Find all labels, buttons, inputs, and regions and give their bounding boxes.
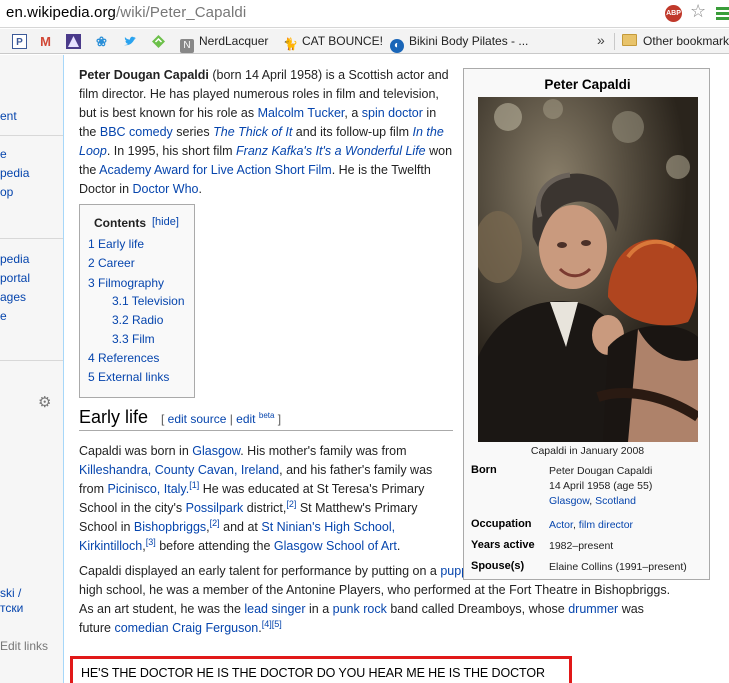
pilates-icon: ◐	[390, 39, 404, 53]
infobox-value-years-active: 1982–present	[549, 540, 614, 552]
lead-paragraph: Peter Dougan Capaldi (born 14 April 1958…	[79, 68, 453, 196]
link-craig-ferguson[interactable]: comedian Craig Ferguson	[114, 621, 258, 635]
infobox-value-born: Peter Dougan Capaldi 14 April 1958 (age …	[549, 465, 653, 507]
link-picinisco[interactable]: Picinisco, Italy.	[107, 482, 189, 496]
section-heading-early-life: Early life [ edit source | edit beta ]	[79, 405, 453, 431]
link-spin-doctor[interactable]: spin doctor	[362, 106, 423, 120]
sidebar-lang-link[interactable]: тски	[0, 601, 23, 615]
citation[interactable]: [3]	[146, 537, 156, 547]
link-doctor-who[interactable]: Doctor Who	[133, 182, 199, 196]
link-drummer[interactable]: drummer	[568, 602, 618, 616]
infobox-label-spouse: Spouse(s)	[471, 560, 525, 572]
wiki-sidebar: ent e pedia op pedia portal ages e ⚙ ski…	[0, 55, 64, 683]
bookmark-nerdlacquer[interactable]: N NerdLacquer	[180, 33, 268, 53]
adblock-plus-icon[interactable]: ABP	[665, 5, 682, 22]
url-text[interactable]: en.wikipedia.org/wiki/Peter_Capaldi	[6, 4, 246, 21]
link-lead-singer[interactable]: lead singer	[244, 602, 305, 616]
bookmarks-bar: P M ❀ N NerdLacquer 🐈 CAT BOUNCE! ◐ Bikini …	[0, 29, 729, 54]
sidebar-link[interactable]: op	[0, 185, 13, 199]
link-killeshandra[interactable]: Killeshandra, County Cavan, Ireland	[79, 463, 279, 477]
toc-item[interactable]: 2 Career	[88, 256, 135, 270]
sidebar-link[interactable]: pedia	[0, 166, 29, 180]
link-glasgow[interactable]: Glasgow	[192, 444, 240, 458]
link-possilpark[interactable]: Possilpark	[186, 501, 244, 515]
sidebar-link[interactable]: ent	[0, 109, 17, 123]
folder-icon[interactable]	[622, 34, 637, 46]
infobox-value-spouse: Elaine Collins (1991–present)	[549, 561, 687, 573]
link-academy-award[interactable]: Academy Award for Live Action Short Film	[99, 163, 332, 177]
link-scotland[interactable]: Scotland	[595, 495, 636, 507]
toc-item[interactable]: 3.3 Film	[112, 332, 155, 346]
link-franz-kafka[interactable]: Franz Kafka's It's a Wonderful Life	[236, 144, 426, 158]
sidebar-divider	[0, 360, 63, 361]
infobox-label-born: Born	[471, 464, 497, 476]
table-of-contents: Contents [hide] 1 Early life 2 Career 3 …	[79, 204, 195, 398]
toc-item[interactable]: 1 Early life	[88, 237, 144, 251]
section-title: Early life	[79, 407, 149, 427]
toc-title: Contents	[94, 216, 146, 230]
infobox-title: Peter Capaldi	[544, 77, 631, 92]
link-bbc-comedy[interactable]: BBC comedy	[100, 125, 173, 139]
toc-item[interactable]: 3.2 Radio	[112, 313, 163, 327]
infobox-photo[interactable]	[478, 97, 698, 442]
address-bar[interactable]: en.wikipedia.org/wiki/Peter_Capaldi ABP …	[0, 0, 729, 28]
sidebar-link[interactable]: ages	[0, 290, 26, 304]
link-glasgow-school-of-art[interactable]: Glasgow School of Art	[274, 539, 397, 553]
citation[interactable]: [1]	[189, 480, 199, 490]
sidebar-link[interactable]: e	[0, 309, 7, 323]
sidebar-link[interactable]: e	[0, 147, 7, 161]
citation[interactable]: [4][5]	[262, 619, 282, 629]
sidebar-divider	[0, 238, 63, 239]
infobox-caption: Capaldi in January 2008	[530, 445, 645, 457]
infobox-value-occupation: Actor, film director	[549, 519, 634, 531]
toc-item[interactable]: 5 External links	[88, 370, 169, 384]
citation[interactable]: [2]	[286, 499, 296, 509]
section-edit-links: [ edit source | edit beta ]	[161, 411, 282, 426]
link-punk-rock[interactable]: punk rock	[333, 602, 387, 616]
link-actor[interactable]: Actor	[549, 519, 573, 531]
cat-icon: 🐈	[283, 37, 298, 51]
url-domain: en.wikipedia.org	[6, 4, 116, 21]
citation[interactable]: [2]	[210, 518, 220, 528]
browser-menu-icon[interactable]	[716, 7, 729, 22]
other-bookmarks[interactable]: Other bookmarks	[643, 33, 729, 50]
beta-label[interactable]: beta	[259, 411, 275, 420]
toc-item[interactable]: 4 References	[88, 351, 159, 365]
toc-item[interactable]: 3.1 Television	[112, 294, 185, 308]
sidebar-divider	[0, 135, 63, 136]
infobox: Peter Capaldi Capaldi in January 2008 Bo…	[463, 68, 710, 580]
twitter-icon[interactable]	[123, 34, 138, 49]
gmail-icon[interactable]: M	[38, 34, 53, 49]
highlighted-caption-text: HE'S THE DOCTOR HE IS THE DOCTOR DO YOU …	[81, 666, 545, 680]
triangle-app-icon[interactable]	[66, 34, 81, 49]
bookmark-star-icon[interactable]: ☆	[690, 1, 706, 22]
toc-item[interactable]: 3 Filmography	[88, 276, 164, 290]
pinterest-icon[interactable]: P	[12, 34, 27, 49]
edit-source-link[interactable]: edit source	[168, 412, 227, 426]
sidebar-link[interactable]: portal	[0, 271, 30, 285]
gear-icon[interactable]: ⚙	[38, 393, 51, 411]
link-film-director[interactable]: film director	[579, 519, 633, 531]
link-malcolm-tucker[interactable]: Malcolm Tucker	[258, 106, 345, 120]
highlighted-caption-box: HE'S THE DOCTOR HE IS THE DOCTOR DO YOU …	[70, 656, 572, 683]
bookmark-cat-bounce[interactable]: 🐈 CAT BOUNCE!	[283, 33, 383, 51]
sidebar-link[interactable]: pedia	[0, 252, 29, 266]
bookmarks-separator	[614, 33, 615, 50]
hootsuite-icon[interactable]: ❀	[94, 34, 109, 49]
link-thick-of-it[interactable]: The Thick of It	[213, 125, 292, 139]
nerdlacquer-icon: N	[180, 39, 194, 53]
early-life-paragraph-1: Capaldi was born in Glasgow. His mother'…	[79, 444, 433, 553]
infobox-label-occupation: Occupation	[471, 518, 532, 530]
url-path: /wiki/Peter_Capaldi	[116, 4, 247, 21]
edit-link[interactable]: edit	[236, 412, 255, 426]
more-bookmarks-chevron[interactable]: »	[597, 32, 605, 48]
edit-links[interactable]: Edit links	[0, 639, 48, 653]
link-glasgow-infobox[interactable]: Glasgow	[549, 495, 589, 507]
link-bishopbriggs[interactable]: Bishopbriggs	[134, 520, 206, 534]
infobox-label-years-active: Years active	[471, 539, 535, 551]
sidebar-lang-link[interactable]: ski /	[0, 586, 21, 600]
feedly-icon[interactable]	[151, 34, 166, 49]
toc-hide-link[interactable]: [hide]	[152, 216, 179, 228]
bookmark-bikini-pilates[interactable]: ◐ Bikini Body Pilates - ...	[390, 33, 528, 53]
